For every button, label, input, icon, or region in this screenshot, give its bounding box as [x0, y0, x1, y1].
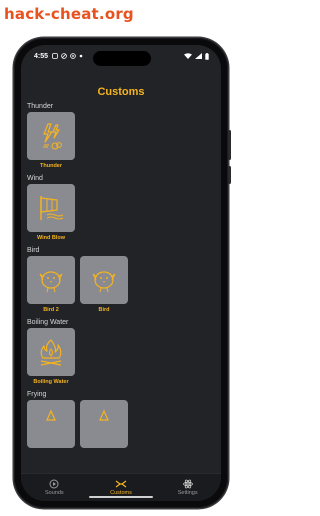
- battery-icon: [205, 52, 209, 60]
- section-row-bird: Bird 2 Bird: [27, 256, 215, 314]
- frying-icon: [46, 409, 56, 421]
- sound-card-wind-blow[interactable]: Wind Blow: [27, 184, 75, 242]
- customs-icon: [115, 480, 127, 488]
- settings-icon: [182, 479, 193, 489]
- sound-card-thunder[interactable]: Thunder: [27, 112, 75, 170]
- section-row-frying: [27, 400, 215, 458]
- sound-card-frying[interactable]: [80, 400, 128, 458]
- sound-card-bird-2[interactable]: Bird 2: [27, 256, 75, 314]
- tab-sounds[interactable]: Sounds: [21, 474, 88, 501]
- sound-tile[interactable]: [80, 256, 128, 304]
- data-saver-icon: [70, 53, 76, 59]
- home-indicator: [89, 496, 153, 498]
- sound-card-label: Bird: [98, 307, 110, 313]
- volume-button: [228, 166, 231, 184]
- sim-icon: [52, 53, 58, 59]
- sound-tile[interactable]: [27, 400, 75, 448]
- sound-tile[interactable]: [27, 184, 75, 232]
- section-label-wind: Wind: [27, 175, 43, 182]
- bottom-tab-bar: Sounds Customs Settings: [21, 473, 221, 501]
- sounds-icon: [49, 479, 59, 489]
- notification-dot-icon: [79, 54, 83, 58]
- sound-card-label: Wind Blow: [36, 235, 66, 241]
- wifi-icon: [184, 53, 192, 59]
- section-row-wind: Wind Blow: [27, 184, 215, 242]
- sound-card-label: Thunder: [40, 163, 62, 169]
- tab-settings[interactable]: Settings: [154, 474, 221, 501]
- sound-card-bird[interactable]: Bird: [80, 256, 128, 314]
- phone-frame: 4:55 Customs Thunder Thunder Wind Wind B…: [14, 38, 231, 508]
- section-row-boiling-water: Boiling Water: [27, 328, 215, 386]
- sound-card-boiling-water[interactable]: Boiling Water: [27, 328, 75, 386]
- bird-icon: [92, 271, 116, 293]
- sound-card-label: [80, 450, 128, 458]
- power-button: [228, 130, 231, 160]
- fire-icon: [40, 339, 62, 366]
- tab-label: Sounds: [45, 490, 64, 496]
- app-screen: 4:55 Customs Thunder Thunder Wind Wind B…: [21, 45, 221, 501]
- sound-tile[interactable]: [27, 256, 75, 304]
- section-label-frying: Frying: [27, 391, 47, 398]
- watermark-text: hack-cheat.org: [4, 5, 134, 23]
- section-label-boiling-water: Boiling Water: [27, 319, 69, 326]
- sound-tile[interactable]: [27, 112, 75, 160]
- sound-card-label: [27, 450, 75, 458]
- sound-tile[interactable]: [80, 400, 128, 448]
- status-bar: 4:55: [21, 45, 221, 67]
- frying-icon: [99, 409, 109, 421]
- sound-card-label: Bird 2: [43, 307, 59, 313]
- wind-icon: [40, 196, 64, 220]
- page-title: Customs: [97, 86, 145, 98]
- bird-icon: [39, 271, 63, 293]
- sound-card-label: Boiling Water: [33, 379, 69, 385]
- dnd-icon: [61, 53, 67, 59]
- tab-label: Settings: [177, 490, 198, 496]
- signal-icon: [195, 53, 202, 59]
- status-time: 4:55: [34, 52, 49, 60]
- section-label-bird: Bird: [27, 247, 40, 254]
- sound-card-frying[interactable]: [27, 400, 75, 458]
- section-label-thunder: Thunder: [27, 103, 54, 110]
- sound-tile[interactable]: [27, 328, 75, 376]
- thunder-icon: [43, 123, 62, 150]
- section-row-thunder: Thunder: [27, 112, 215, 170]
- customs-list[interactable]: Thunder Thunder Wind Wind Blow Bird Bird…: [27, 101, 215, 473]
